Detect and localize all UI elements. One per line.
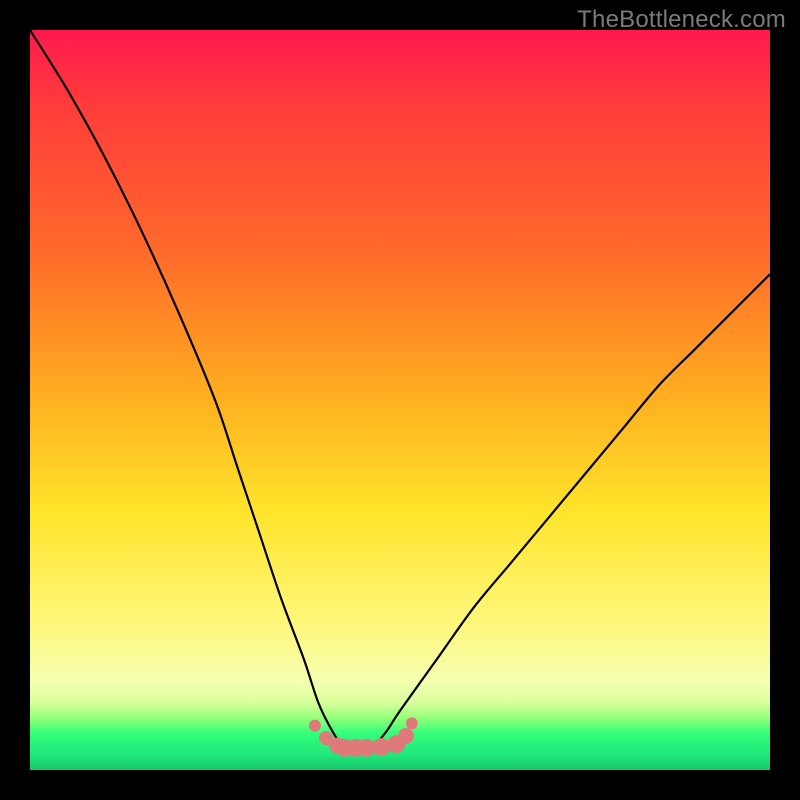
- outer-frame: TheBottleneck.com: [0, 0, 800, 800]
- floor-dot: [398, 728, 414, 744]
- curve-path: [30, 30, 770, 749]
- plot-area: [30, 30, 770, 770]
- chart-svg: [30, 30, 770, 770]
- floor-dot: [309, 720, 321, 732]
- floor-dot: [373, 738, 391, 756]
- bottleneck-curve: [30, 30, 770, 749]
- floor-dot: [406, 717, 418, 729]
- attribution-text: TheBottleneck.com: [577, 6, 786, 34]
- floor-dots-group: [309, 717, 418, 756]
